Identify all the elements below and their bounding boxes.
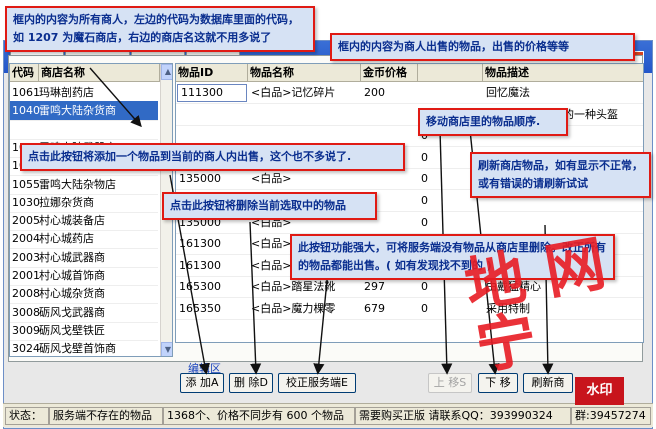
shop-name: 村心城武器商 <box>39 250 105 264</box>
watermark-text: 地 网 宁 <box>459 228 611 384</box>
annotation-refresh-shop: 刷新商店物品，如有显示不正常，或有错误的请刷新试试 <box>470 152 651 198</box>
shop-code: 2003 <box>12 250 40 264</box>
item-grid-header-id[interactable]: 物品ID <box>176 64 248 82</box>
item-price: 679 <box>364 302 385 315</box>
shop-code: 2005 <box>12 214 40 228</box>
shop-list-row[interactable]: 3008 砺风戈武器商 <box>10 303 158 323</box>
item-price: 297 <box>364 280 385 294</box>
shop-list-row[interactable]: 2008 村心城杂货商 <box>10 284 158 305</box>
item-id: 161300 <box>179 237 221 251</box>
shop-name: 雷鸣大陆杂货商 <box>39 104 116 118</box>
item-grid-header-qty[interactable] <box>418 64 483 82</box>
shop-list-header-name[interactable]: 商店名称 <box>39 64 160 82</box>
item-grid-header-price[interactable]: 金币价格 <box>361 64 418 82</box>
item-id: 165300 <box>179 280 221 294</box>
annotation-add-item: 点击此按钮将添加一个物品到当前的商人内出售，这个也不多说了. <box>20 143 405 171</box>
shop-list-row[interactable]: 2003 村心城武器商 <box>10 248 158 268</box>
shop-name: 村心城药店 <box>39 232 94 246</box>
shop-code: 1061 <box>12 86 40 99</box>
item-qty <box>418 83 483 103</box>
shop-code: 3008 <box>12 305 40 319</box>
shop-list-row[interactable]: 1055 雷鸣大陆杂物店 <box>10 175 158 195</box>
shop-code <box>10 120 39 139</box>
shop-code: 2004 <box>12 232 40 246</box>
add-button[interactable]: 添 加A <box>180 373 224 393</box>
shop-list-row[interactable]: 1040 雷鸣大陆杂货商 <box>10 101 158 122</box>
shop-name: 砺风戈壁首饰商 <box>39 342 116 356</box>
status-counts: 1368个、价格不同步有 600 个物品 <box>163 407 355 425</box>
status-label: 状态： <box>5 407 49 425</box>
item-id <box>176 105 248 125</box>
item-id: 161300 <box>179 258 221 272</box>
item-id: 135000 <box>179 172 221 186</box>
item-price: 200 <box>364 86 385 99</box>
shop-name: 砺风戈武器商 <box>39 305 105 319</box>
shop-name: 玛琳剖药店 <box>39 86 94 99</box>
shop-list-row[interactable]: 2005 村心城装备店 <box>10 211 158 232</box>
shop-name: 拉娜杂货商 <box>39 195 94 209</box>
watermark-logo: 地 网 宁 水印 <box>460 229 656 429</box>
annotation-move-order: 移动商店里的物品顺序. <box>418 108 568 136</box>
item-grid-header-desc[interactable]: 物品描述 <box>483 64 643 82</box>
shop-name: 村心城装备店 <box>39 214 105 228</box>
shop-list-row[interactable]: 1030 拉娜杂货商 <box>10 193 158 213</box>
shop-list-row[interactable] <box>10 120 158 140</box>
shop-list-row[interactable]: 1061 玛琳剖药店 <box>10 83 158 103</box>
item-id: 165350 <box>179 302 221 315</box>
item-name: <白品>记忆碎片 <box>251 86 336 99</box>
move-up-button[interactable]: 上 移S <box>428 373 472 393</box>
item-name: <白品> <box>251 172 292 186</box>
shop-code: 2008 <box>12 287 40 301</box>
shop-list-header-code[interactable]: 代码 <box>10 64 39 82</box>
annotation-delete-item: 点击此按钮将删除当前选取中的物品 <box>162 192 377 220</box>
item-grid-row[interactable]: 0变铁的巧匠打造的一种头盔 <box>176 105 643 126</box>
shop-name <box>39 120 158 139</box>
shop-name: 村心城杂货商 <box>39 287 105 301</box>
item-price <box>361 105 418 125</box>
shop-code: 3009 <box>12 323 40 337</box>
scroll-down-arrow-icon[interactable]: ▼ <box>161 342 172 356</box>
shop-code: 1040 <box>12 104 40 118</box>
delete-button[interactable]: 删 除D <box>229 373 273 393</box>
shop-list-row[interactable]: 2001 村心城首饰商 <box>10 266 158 286</box>
annotation-shop-list: 框内的内容为所有商人，左边的代码为数据库里面的代码，如 1207 为魔石商店，右… <box>5 6 315 52</box>
scroll-up-arrow-icon[interactable]: ▲ <box>161 64 172 80</box>
shop-name: 砺风戈壁铁匠 <box>39 323 105 337</box>
item-name <box>248 105 361 125</box>
item-grid-row[interactable]: 111300 <白品>记忆碎片 200 回忆魔法 <box>176 83 643 104</box>
watermark-stamp: 水印 <box>575 377 624 405</box>
shop-code: 3024 <box>12 342 40 356</box>
item-name: <白品>魔力棵零 <box>251 302 336 315</box>
shop-name: 雷鸣大陆杂物店 <box>39 177 116 191</box>
shop-list[interactable]: 代码 商店名称 1061玛琳剖药店1040雷鸣大陆杂货商1054雷鸣大陆武器店1… <box>9 63 173 357</box>
shop-list-row[interactable]: 2004 村心城药店 <box>10 229 158 250</box>
item-grid-header-name[interactable]: 物品名称 <box>248 64 361 82</box>
item-desc: 回忆魔法 <box>486 86 530 99</box>
shop-code: 2001 <box>12 269 40 282</box>
annotation-item-grid: 框内的内容为商人出售的物品，出售的价格等等 <box>330 33 635 61</box>
item-id[interactable]: 111300 <box>177 84 247 102</box>
shop-code: 1055 <box>12 177 40 191</box>
status-text: 服务端不存在的物品 <box>49 407 163 425</box>
fix-server-button[interactable]: 校正服务端E <box>278 373 356 393</box>
shop-list-row[interactable]: 3024 砺风戈壁首饰商 <box>10 339 158 356</box>
shop-list-row[interactable]: 3009 砺风戈壁铁匠 <box>10 321 158 341</box>
item-price <box>361 169 418 189</box>
shop-code: 1030 <box>12 195 40 209</box>
item-name: <白品>踏星法靴 <box>251 280 336 294</box>
shop-name: 村心城首饰商 <box>39 269 105 282</box>
